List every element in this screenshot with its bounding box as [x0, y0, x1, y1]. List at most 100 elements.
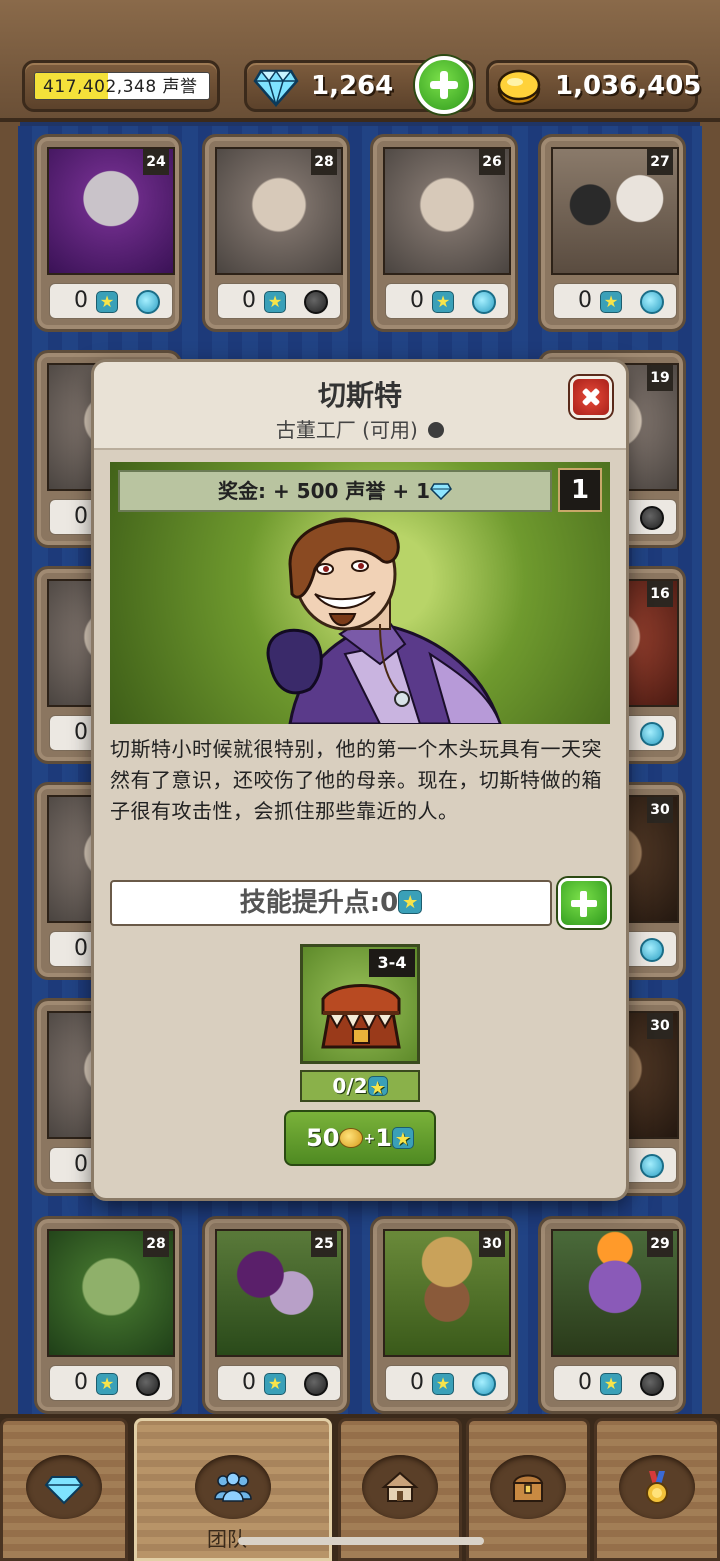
character-card[interactable]: 24 0 [34, 134, 182, 332]
nav-tab-achievements[interactable] [594, 1418, 720, 1561]
biting-chest-icon [321, 984, 401, 1049]
character-level: 16 [647, 581, 673, 607]
inactive-orb-icon [304, 1372, 328, 1396]
character-card[interactable]: 26 0 [370, 134, 518, 332]
home-indicator [238, 1537, 484, 1545]
upgrade-star-cost: 1 [375, 1124, 392, 1152]
dialog-header: 切斯特 古董工厂 (可用) [94, 362, 626, 450]
ability-card[interactable]: 3-4 [300, 944, 420, 1064]
nav-tab-treasure[interactable] [466, 1418, 590, 1561]
star-count: 0 [242, 288, 256, 313]
star-count: 0 [410, 288, 424, 313]
star-token-icon [432, 1373, 454, 1395]
character-location: 古董工厂 (可用) [94, 414, 626, 443]
star-token-icon [432, 291, 454, 313]
character-card[interactable]: 28 0 [202, 134, 350, 332]
upgrade-ability-button[interactable]: 50 +1 [284, 1110, 436, 1166]
character-level: 28 [311, 149, 337, 175]
character-stat-bar: 0 [385, 283, 509, 319]
active-orb-icon [472, 290, 496, 314]
owned-count: 1 [558, 468, 602, 512]
star-count: 0 [74, 1370, 88, 1395]
character-stat-bar: 0 [49, 1365, 173, 1401]
gem-count: 1,264 [311, 71, 394, 101]
star-count: 0 [74, 720, 88, 745]
gold-counter[interactable]: 1,036,405 [486, 60, 702, 112]
character-stat-bar: 0 [217, 283, 341, 319]
star-token-icon [398, 890, 423, 915]
star-count: 0 [74, 1152, 88, 1177]
add-skill-points-button[interactable] [558, 878, 610, 928]
ability-progress-text: 0/2 [332, 1074, 368, 1098]
star-count: 0 [578, 1370, 592, 1395]
availability-dot-icon [428, 422, 445, 438]
star-token-icon [264, 291, 286, 313]
star-token-icon [600, 291, 622, 313]
treasure-chest-icon [512, 1474, 544, 1502]
character-stat-bar: 0 [553, 283, 677, 319]
star-token-icon [391, 1127, 414, 1152]
character-detail-dialog: 切斯特 古董工厂 (可用) 奖金: + 500 声誉 + 1 1 切斯特小时候就… [94, 362, 626, 1198]
skill-points-field: 技能提升点:0 [110, 880, 552, 926]
star-token-icon [96, 291, 118, 313]
close-button[interactable] [570, 376, 612, 418]
star-token-icon [264, 1373, 286, 1395]
gold-count: 1,036,405 [555, 71, 702, 101]
character-level: 30 [647, 1013, 673, 1039]
character-level: 25 [311, 1231, 337, 1257]
character-card[interactable]: 29 0 [538, 1216, 686, 1414]
star-count: 0 [74, 936, 88, 961]
inactive-orb-icon [304, 290, 328, 314]
character-stat-bar: 0 [49, 283, 173, 319]
character-description: 切斯特小时候就很特别，他的第一个木头玩具有一天突然有了意识，还咬伤了他的母亲。现… [110, 737, 602, 823]
fame-value: 417,402,348 声誉 [43, 77, 198, 97]
fame-counter[interactable]: 417,402,348 声誉 [22, 60, 220, 112]
character-card[interactable]: 27 0 [538, 134, 686, 332]
character-level: 24 [143, 149, 169, 175]
skill-points-text: 技能提升点:0 [239, 888, 399, 918]
star-count: 0 [578, 288, 592, 313]
active-orb-icon [640, 938, 664, 962]
star-token-icon [367, 1076, 388, 1101]
buy-gems-plus-button[interactable] [415, 56, 473, 114]
bonus-banner: 奖金: + 500 声誉 + 1 [118, 470, 552, 512]
ability-level: 3-4 [369, 949, 415, 977]
gold-coin-icon [497, 69, 541, 106]
inactive-orb-icon [136, 1372, 160, 1396]
gold-coin-icon [339, 1128, 364, 1148]
diamond-icon [430, 483, 452, 500]
ability-progress: 0/2 [300, 1070, 420, 1102]
diamond-icon [44, 1476, 84, 1505]
bonus-text: 奖金: + 500 声誉 + 1 [218, 479, 430, 503]
inactive-orb-icon [640, 1372, 664, 1396]
location-label: 古董工厂 (可用) [275, 418, 418, 442]
character-card[interactable]: 25 0 [202, 1216, 350, 1414]
right-frame [700, 122, 720, 1414]
inactive-orb-icon [640, 506, 664, 530]
character-level: 27 [647, 149, 673, 175]
character-level: 28 [143, 1231, 169, 1257]
active-orb-icon [640, 290, 664, 314]
upgrade-gold-cost: 50 [306, 1124, 340, 1152]
character-level: 30 [479, 1231, 505, 1257]
character-stat-bar: 0 [217, 1365, 341, 1401]
hero-art-panel: 奖金: + 500 声誉 + 1 1 [110, 462, 610, 724]
star-count: 0 [74, 288, 88, 313]
character-card[interactable]: 28 0 [34, 1216, 182, 1414]
active-orb-icon [640, 722, 664, 746]
medal-icon [646, 1471, 668, 1504]
team-icon [214, 1472, 252, 1502]
house-icon [381, 1471, 419, 1502]
character-stat-bar: 0 [385, 1365, 509, 1401]
star-count: 0 [74, 504, 88, 529]
active-orb-icon [136, 290, 160, 314]
diamond-icon [253, 69, 299, 107]
character-card[interactable]: 30 0 [370, 1216, 518, 1414]
active-orb-icon [640, 1154, 664, 1178]
star-count: 0 [242, 1370, 256, 1395]
character-level: 26 [479, 149, 505, 175]
character-level: 19 [647, 365, 673, 391]
character-stat-bar: 0 [553, 1365, 677, 1401]
nav-tab-gem-shop[interactable] [0, 1418, 128, 1561]
active-orb-icon [472, 1372, 496, 1396]
